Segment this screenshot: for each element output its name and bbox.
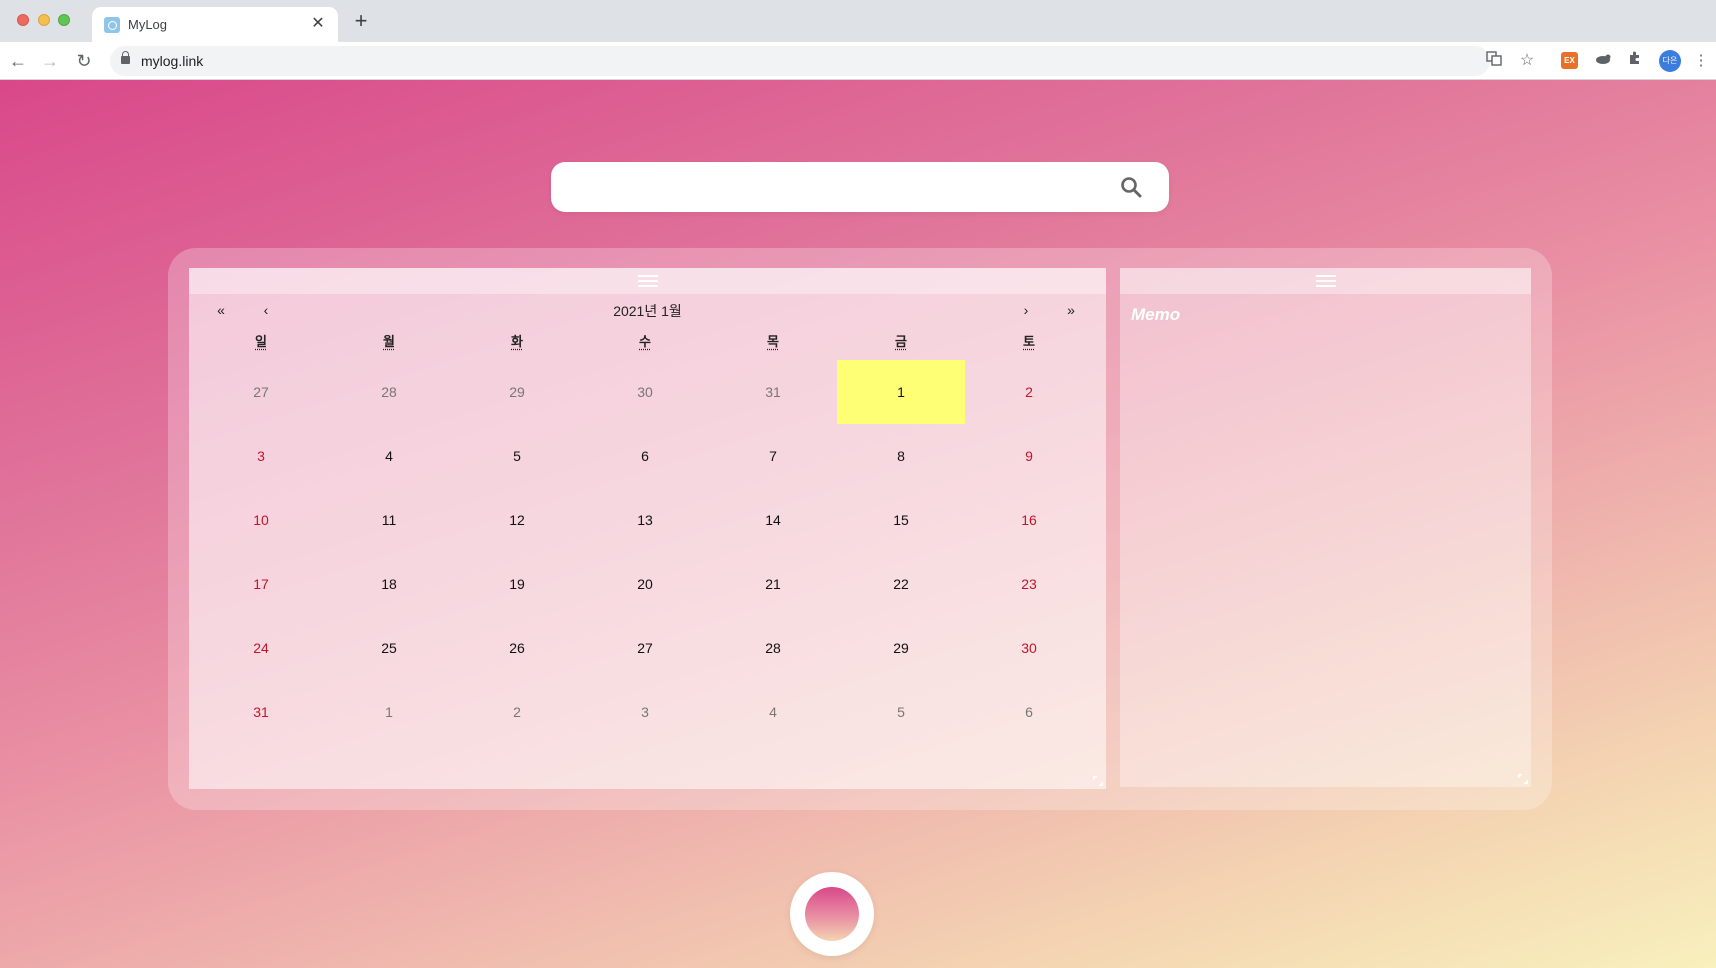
calendar-day[interactable]: 2 [453, 680, 581, 744]
calendar-day[interactable]: 4 [325, 424, 453, 488]
search-input[interactable] [551, 162, 1169, 212]
browser-tab-mylog[interactable]: MyLog ✕ [92, 7, 338, 42]
next-month-button[interactable]: › [1016, 302, 1036, 318]
bookmark-star-icon[interactable]: ☆ [1516, 50, 1538, 72]
calendar-day[interactable]: 29 [453, 360, 581, 424]
calendar-day[interactable]: 1 [325, 680, 453, 744]
calendar-day[interactable]: 28 [709, 616, 837, 680]
browser-toolbar: ← → ↻ mylog.link ☆ EX 다은 ⋮ [0, 42, 1716, 80]
calendar-day[interactable]: 8 [837, 424, 965, 488]
extension-icon[interactable] [1592, 50, 1614, 72]
calendar-day[interactable]: 15 [837, 488, 965, 552]
calendar-day[interactable]: 6 [581, 424, 709, 488]
calendar-drag-handle[interactable] [189, 268, 1106, 294]
tab-title: MyLog [128, 17, 168, 32]
weekday-label: 일 [255, 334, 267, 349]
translate-icon[interactable] [1483, 50, 1505, 72]
weekday-label: 목 [767, 334, 779, 349]
more-menu-icon[interactable]: ⋮ [1690, 50, 1712, 72]
weekday-label: 수 [639, 334, 651, 349]
calendar-month-title: 2021년 1월 [613, 303, 682, 319]
calendar-day[interactable]: 12 [453, 488, 581, 552]
calendar-days-grid: 27 28 29 30 31 1 2 3 4 5 6 7 8 9 10 11 12 13 14 15 16 17 18 19 2… [197, 360, 1093, 744]
calendar-day[interactable]: 3 [581, 680, 709, 744]
calendar-day[interactable]: 20 [581, 552, 709, 616]
calendar-day[interactable]: 30 [581, 360, 709, 424]
calendar-day[interactable]: 4 [709, 680, 837, 744]
calendar-day[interactable]: 17 [197, 552, 325, 616]
resize-handle-icon[interactable] [1517, 773, 1529, 785]
back-button[interactable]: ← [6, 49, 30, 73]
calendar-day[interactable]: 26 [453, 616, 581, 680]
lock-icon [121, 51, 130, 64]
calendar-day[interactable]: 22 [837, 552, 965, 616]
calendar-day[interactable]: 13 [581, 488, 709, 552]
calendar-day-today[interactable]: 1 [837, 360, 965, 424]
next-year-button[interactable]: » [1061, 302, 1081, 318]
resize-handle-icon[interactable] [1092, 775, 1104, 787]
memo-drag-handle[interactable] [1120, 268, 1531, 294]
calendar-day[interactable]: 6 [965, 680, 1093, 744]
memo-widget: Memo [1120, 268, 1531, 787]
page-background: « ‹ 2021년 1월 › » 일 월 화 수 목 금 토 27 28 29 30 3… [0, 80, 1716, 968]
calendar-day[interactable]: 19 [453, 552, 581, 616]
calendar-day[interactable]: 5 [453, 424, 581, 488]
calendar-day[interactable]: 29 [837, 616, 965, 680]
calendar-day[interactable]: 7 [709, 424, 837, 488]
calendar-day[interactable]: 30 [965, 616, 1093, 680]
calendar-day[interactable]: 9 [965, 424, 1093, 488]
calendar-day[interactable]: 24 [197, 616, 325, 680]
address-bar[interactable]: mylog.link ☆ [110, 46, 1534, 76]
home-button[interactable] [790, 872, 874, 956]
calendar-day[interactable]: 5 [837, 680, 965, 744]
profile-avatar[interactable]: 다은 [1659, 50, 1681, 72]
calendar-day[interactable]: 25 [325, 616, 453, 680]
home-button-gradient-icon [805, 887, 859, 941]
weekday-label: 월 [383, 334, 395, 349]
calendar-day[interactable]: 2 [965, 360, 1093, 424]
window-maximize-button[interactable] [58, 14, 70, 26]
calendar-day[interactable]: 18 [325, 552, 453, 616]
hamburger-icon [637, 275, 658, 287]
calendar-day[interactable]: 27 [197, 360, 325, 424]
ex-extension-icon[interactable]: EX [1561, 52, 1578, 69]
hamburger-icon [1315, 275, 1336, 287]
memo-title: Memo [1131, 305, 1181, 324]
calendar-day[interactable]: 11 [325, 488, 453, 552]
forward-button[interactable]: → [38, 49, 62, 73]
tab-close-icon[interactable]: ✕ [308, 14, 328, 34]
window-close-button[interactable] [17, 14, 29, 26]
weekday-label: 토 [1023, 334, 1035, 349]
calendar-day[interactable]: 14 [709, 488, 837, 552]
weekday-label: 금 [895, 334, 907, 349]
calendar-day[interactable]: 3 [197, 424, 325, 488]
window-minimize-button[interactable] [38, 14, 50, 26]
calendar-day[interactable]: 23 [965, 552, 1093, 616]
new-tab-button[interactable]: + [350, 10, 372, 33]
mylog-favicon-icon [104, 17, 120, 33]
extensions-puzzle-icon[interactable] [1624, 50, 1646, 72]
calendar-day[interactable]: 10 [197, 488, 325, 552]
weekday-header: 일 월 화 수 목 금 토 [197, 331, 1093, 351]
reload-button[interactable]: ↻ [72, 49, 96, 73]
calendar-day[interactable]: 16 [965, 488, 1093, 552]
search-icon[interactable] [1119, 175, 1143, 199]
calendar-day[interactable]: 28 [325, 360, 453, 424]
calendar-day[interactable]: 21 [709, 552, 837, 616]
calendar-day[interactable]: 31 [709, 360, 837, 424]
calendar-day[interactable]: 31 [197, 680, 325, 744]
browser-tab-bar: MyLog ✕ + [0, 0, 1716, 42]
weekday-label: 화 [511, 334, 523, 349]
calendar-widget: « ‹ 2021년 1월 › » 일 월 화 수 목 금 토 27 28 29 30 3… [189, 268, 1106, 789]
calendar-day[interactable]: 27 [581, 616, 709, 680]
url-text[interactable]: mylog.link [141, 53, 203, 69]
